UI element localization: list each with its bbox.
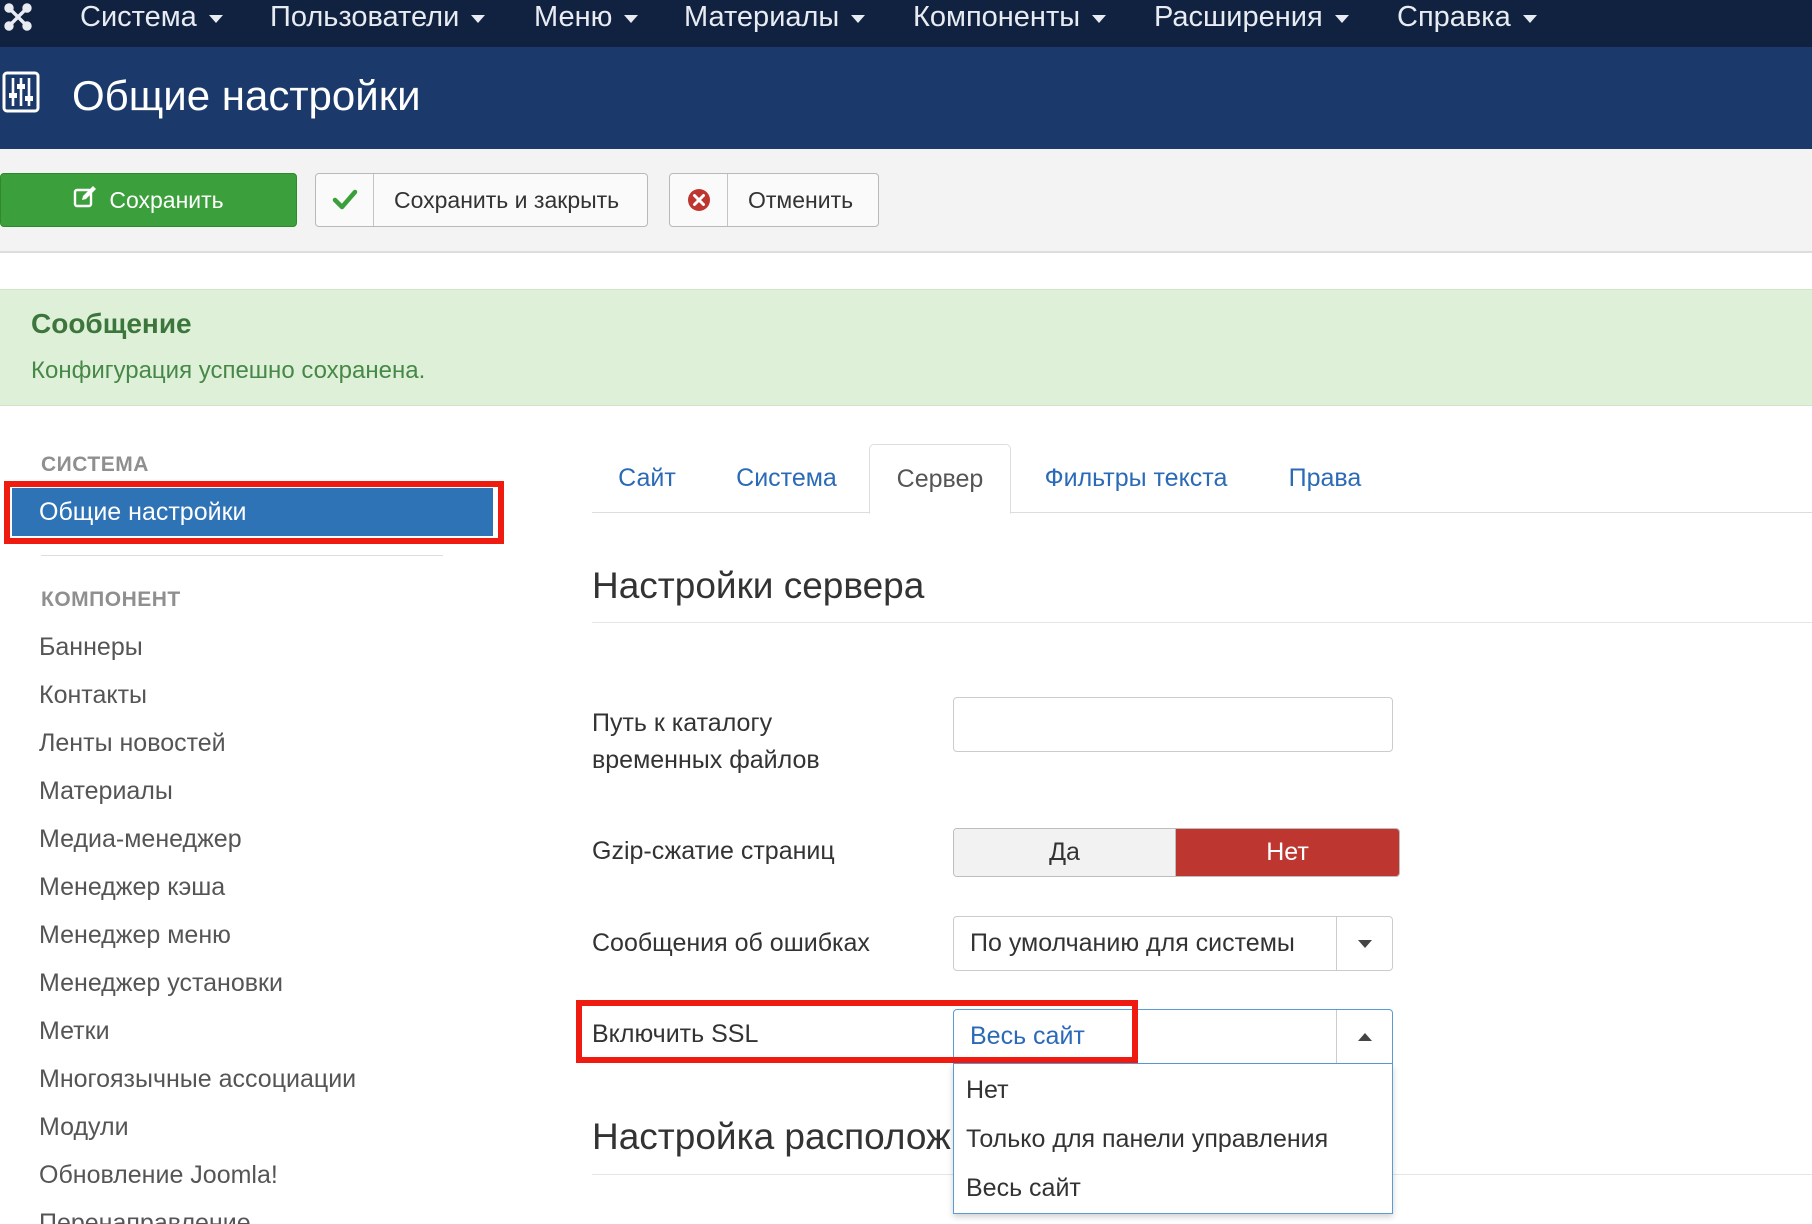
tab-permissions[interactable]: Права: [1267, 444, 1383, 513]
section-title-location: Настройка располож: [592, 1116, 951, 1157]
chevron-down-icon: [1336, 917, 1392, 970]
topnav-extensions[interactable]: Расширения: [1154, 0, 1349, 34]
chevron-down-icon: [208, 15, 223, 23]
chevron-down-icon: [851, 15, 866, 23]
topnav-content[interactable]: Материалы: [684, 0, 866, 34]
joomla-logo-icon[interactable]: [0, 0, 36, 34]
ssl-label: Включить SSL: [592, 1020, 759, 1048]
sidebar-item[interactable]: Ленты новостей: [39, 723, 356, 771]
sidebar-item[interactable]: Обновление Joomla!: [39, 1155, 356, 1203]
gzip-label: Gzip-сжатие страниц: [592, 837, 835, 865]
tab-text-filters[interactable]: Фильтры текста: [1025, 444, 1247, 513]
sidebar-item[interactable]: Материалы: [39, 771, 356, 819]
topnav-system[interactable]: Система: [80, 0, 223, 34]
topnav-components[interactable]: Компоненты: [913, 0, 1107, 34]
sidebar-divider: [41, 555, 443, 556]
chevron-down-icon: [1092, 15, 1107, 23]
top-navigation: Система Пользователи Меню Материалы Комп…: [0, 0, 1812, 47]
topnav-help[interactable]: Справка: [1397, 0, 1537, 34]
temp-path-label: Путь к каталогу временных файлов: [592, 709, 820, 774]
sidebar-item[interactable]: Перенаправление: [39, 1203, 356, 1224]
section-divider: [592, 622, 1812, 623]
success-message: Сообщение Конфигурация успешно сохранена…: [0, 289, 1812, 406]
check-icon: [316, 174, 374, 226]
toolbar: Сохранить Сохранить и закрыть Отменить: [0, 149, 1812, 253]
sidebar-heading-component: КОМПОНЕНТ: [41, 588, 181, 611]
message-text: Конфигурация успешно сохранена.: [31, 357, 426, 384]
sidebar-item[interactable]: Менеджер меню: [39, 915, 356, 963]
sidebar-item[interactable]: Метки: [39, 1011, 356, 1059]
save-and-close-button[interactable]: Сохранить и закрыть: [315, 173, 648, 227]
gzip-no-option[interactable]: Нет: [1176, 829, 1399, 876]
chevron-down-icon: [471, 15, 486, 23]
ssl-option-admin-only[interactable]: Только для панели управления: [954, 1115, 1392, 1164]
page-title: Общие настройки: [72, 72, 421, 119]
ssl-option-none[interactable]: Нет: [954, 1066, 1392, 1115]
gzip-yes-option[interactable]: Да: [954, 829, 1176, 876]
select-value: Весь сайт: [970, 1022, 1085, 1050]
sidebar-item[interactable]: Модули: [39, 1107, 356, 1155]
save-button[interactable]: Сохранить: [0, 173, 297, 227]
ssl-dropdown-list: Нет Только для панели управления Весь са…: [953, 1064, 1393, 1214]
gzip-toggle: Да Нет: [953, 828, 1400, 877]
sidebar-item[interactable]: Медиа-менеджер: [39, 819, 356, 867]
ssl-option-entire-site[interactable]: Весь сайт: [954, 1164, 1392, 1213]
sidebar-item[interactable]: Многоязычные ассоциации: [39, 1059, 356, 1107]
sidebar-component-list: Баннеры Контакты Ленты новостей Материал…: [39, 627, 356, 1224]
error-reporting-label: Сообщения об ошибках: [592, 929, 870, 957]
chevron-down-icon: [1522, 15, 1537, 23]
ssl-select[interactable]: Весь сайт: [953, 1009, 1393, 1064]
chevron-up-icon: [1336, 1010, 1392, 1063]
topnav-menus[interactable]: Меню: [534, 0, 639, 34]
temp-path-input[interactable]: [953, 697, 1393, 752]
sidebar-item[interactable]: Менеджер кэша: [39, 867, 356, 915]
message-title: Сообщение: [31, 308, 192, 339]
chevron-down-icon: [624, 15, 639, 23]
cancel-button[interactable]: Отменить: [669, 173, 879, 227]
sliders-icon: [2, 71, 40, 113]
cancel-circle-icon: [670, 174, 728, 226]
sidebar-item[interactable]: Баннеры: [39, 627, 356, 675]
highlight-annotation: [4, 481, 504, 544]
topnav-users[interactable]: Пользователи: [270, 0, 486, 34]
chevron-down-icon: [1334, 15, 1349, 23]
tab-site[interactable]: Сайт: [592, 444, 702, 513]
edit-icon: [73, 185, 97, 215]
page-header: Общие настройки: [0, 47, 1812, 149]
section-title-server: Настройки сервера: [592, 565, 925, 606]
sidebar-item[interactable]: Менеджер установки: [39, 963, 356, 1011]
tab-system[interactable]: Система: [715, 444, 858, 513]
tab-server[interactable]: Сервер: [869, 444, 1011, 514]
error-reporting-select[interactable]: По умолчанию для системы: [953, 916, 1393, 971]
select-value: По умолчанию для системы: [970, 929, 1295, 957]
sidebar-item[interactable]: Контакты: [39, 675, 356, 723]
sidebar-heading-system: СИСТЕМА: [41, 453, 149, 476]
